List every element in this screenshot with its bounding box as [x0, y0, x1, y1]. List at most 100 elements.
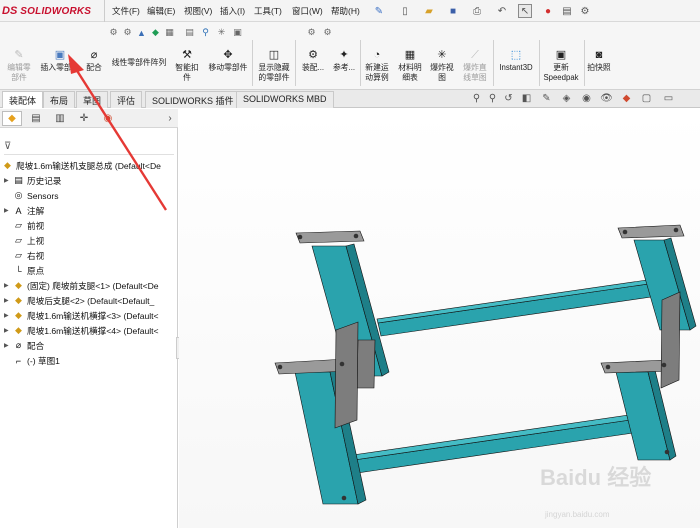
tree-item-component[interactable]: ▶ ◆ 爬坡后支腿<2> (Default<Default_ — [4, 293, 154, 308]
tree-item-label: 右视 — [27, 250, 45, 261]
component-icon[interactable]: ⚙ — [122, 27, 133, 38]
expand-arrow-icon[interactable]: ▶ — [4, 282, 11, 289]
tree-item-component[interactable]: ▶ ◆ 爬坡1.6m输送机横撑<4> (Default< — [4, 323, 159, 338]
expand-arrow-icon[interactable]: ▶ — [4, 312, 11, 319]
explode-line-sketch-label: 爆炸直 线草图 — [463, 63, 487, 82]
expand-arrow-icon[interactable]: ▶ — [4, 327, 11, 334]
tab-solidworks-mbd[interactable]: SOLIDWORKS MBD — [236, 91, 334, 108]
filter-icon[interactable]: ⊽ — [4, 141, 11, 152]
instant3d-button[interactable]: ⬚ Instant3D — [494, 48, 538, 73]
menu-window[interactable]: 窗口(W) — [292, 5, 323, 17]
tab-evaluate[interactable]: 评估 — [110, 91, 143, 108]
tab-sketch[interactable]: 草图 — [76, 91, 109, 108]
zoom-area-icon[interactable]: ⚲ — [486, 92, 499, 105]
linear-pattern-label: 线性零部件阵列 — [111, 58, 167, 67]
menu-insert[interactable]: 插入(I) — [220, 5, 245, 17]
search-icon[interactable]: ⚲ — [200, 27, 211, 38]
ds-logo-mark: DS — [2, 5, 18, 17]
display-settings-icon[interactable]: ▭ — [662, 92, 675, 105]
dynamic-annotation-icon[interactable]: ✎ — [540, 92, 553, 105]
solidworks-logo[interactable]: DS SOLIDWORKS — [2, 3, 91, 19]
open-icon[interactable]: ▰ — [422, 4, 436, 18]
scene-icon[interactable]: ▢ — [640, 92, 653, 105]
tree-item-component[interactable]: ▶ ◆ 爬坡1.6m输送机横撑<3> (Default< — [4, 308, 159, 323]
feature-manager-panel: ◆ ▤ ▥ ✛ ◉ › ⊽ ◆ 爬坡1.6m输送机支腿总成 (Default<D… — [0, 109, 178, 528]
expand-arrow-icon[interactable]: ▶ — [4, 342, 11, 349]
tree-item-right-plane[interactable]: ▱ 右视 — [4, 248, 44, 263]
tree-item-top-plane[interactable]: ▱ 上视 — [4, 233, 44, 248]
display-style-icon[interactable]: ◉ — [580, 92, 593, 105]
ref-icon[interactable]: ▣ — [232, 27, 243, 38]
tree-item-mates[interactable]: ▶ ⌀ 配合 — [4, 338, 44, 353]
view-orientation-icon[interactable]: ◈ — [560, 92, 573, 105]
update-speedpak-button[interactable]: ▣ 更新 Speedpak — [540, 48, 582, 83]
file-properties-icon[interactable]: ▤ — [560, 4, 574, 18]
options-icon[interactable]: ⚙ — [578, 4, 592, 18]
fastener-icon: ⚒ — [182, 49, 192, 61]
hide-show-icon[interactable]: 👁 — [600, 92, 613, 105]
explode-line-sketch-button[interactable]: ⟋ 爆炸直 线草图 — [460, 48, 490, 83]
tree-item-origin[interactable]: └ 原点 — [4, 263, 44, 278]
rebuild-icon[interactable]: ● — [541, 4, 555, 18]
menu-file[interactable]: 文件(F) — [112, 5, 140, 17]
expand-arrow-icon[interactable]: ▶ — [4, 297, 11, 304]
configuration-manager-tab[interactable]: ▥ — [50, 111, 70, 126]
camera-icon: ◙ — [595, 49, 603, 61]
menu-edit[interactable]: 编辑(E) — [147, 5, 175, 17]
snapshot-button[interactable]: ◙ 拍快照 — [584, 48, 614, 73]
mate-button[interactable]: ⌀ 配合 — [84, 48, 104, 73]
move-part-button[interactable]: ✥ 移动零部件 — [204, 48, 252, 73]
linear-pattern-button[interactable]: 线性零部件阵列 — [105, 58, 173, 68]
tree-item-history[interactable]: ▶ ▤ 历史记录 — [4, 173, 61, 188]
undo-icon[interactable]: ↶ — [495, 4, 509, 18]
tree-item-front-plane[interactable]: ▱ 前视 — [4, 218, 44, 233]
explode-icon[interactable]: ✳ — [216, 27, 227, 38]
expand-panel-icon[interactable]: › — [160, 111, 180, 126]
tree-root[interactable]: ◆ 爬坡1.6m输送机支腿总成 (Default<De — [2, 158, 161, 173]
new-motion-study-button[interactable]: ◔ 新建运 动算例 — [362, 48, 392, 83]
reference-geometry-button[interactable]: ✦ 参考... — [330, 48, 358, 73]
tab-assembly[interactable]: 装配体 — [2, 91, 44, 108]
part-icon: ◆ — [15, 280, 22, 290]
select-icon[interactable]: ↖ — [518, 4, 532, 18]
tree-item-component[interactable]: ▶ ◆ (固定) 爬坡前支腿<1> (Default<De — [4, 278, 159, 293]
save-icon[interactable]: ■ — [446, 4, 460, 18]
tab-solidworks-addins[interactable]: SOLIDWORKS 插件 — [145, 91, 241, 108]
section-view-icon[interactable]: ◧ — [520, 92, 533, 105]
previous-view-icon[interactable]: ↺ — [502, 92, 515, 105]
edit-part-button[interactable]: ✎ 编辑零 部件 — [2, 48, 36, 83]
features-icon[interactable]: ⚙ — [306, 27, 317, 38]
menu-view[interactable]: 视图(V) — [184, 5, 212, 17]
component-icon[interactable]: ⚙ — [108, 27, 119, 38]
explode-view-button[interactable]: ✳ 爆炸视 图 — [428, 48, 456, 83]
menu-help[interactable]: 帮助(H) — [331, 5, 360, 17]
tree-item-annotations[interactable]: ▶ A 注解 — [4, 203, 44, 218]
features-icon[interactable]: ⚙ — [322, 27, 333, 38]
move-part-label: 移动零部件 — [208, 63, 248, 72]
zoom-fit-icon[interactable]: ⚲ — [470, 92, 483, 105]
insert-part-button[interactable]: ▣ 插入零部件 — [36, 48, 84, 73]
assembly-icon[interactable]: ▤ — [184, 27, 195, 38]
menu-tools[interactable]: 工具(T) — [254, 5, 282, 17]
dimxpert-tab[interactable]: ✛ — [74, 111, 94, 126]
appearance-icon[interactable]: ◆ — [620, 92, 633, 105]
bom-button[interactable]: ▦ 材料明 细表 — [396, 48, 424, 83]
property-manager-tab[interactable]: ▤ — [26, 111, 46, 126]
expand-arrow-icon[interactable]: ▶ — [4, 177, 11, 184]
expand-arrow-icon[interactable]: ▶ — [4, 207, 11, 214]
table-icon[interactable]: ▦ — [164, 27, 175, 38]
print-icon[interactable]: ⎙ — [470, 4, 484, 18]
new-icon[interactable]: ▯ — [398, 4, 412, 18]
pin-icon[interactable]: ✎ — [372, 4, 386, 18]
assembly-features-button[interactable]: ⚙ 装配... — [298, 48, 328, 73]
tab-layout[interactable]: 布局 — [43, 91, 76, 108]
smart-fastener-button[interactable]: ⚒ 智能扣 件 — [172, 48, 202, 83]
sketch-icon[interactable]: ▲ — [136, 27, 147, 38]
tree-item-sketch[interactable]: ⌐ (-) 草图1 — [4, 353, 60, 368]
tree-item-sensors[interactable]: ◎ Sensors — [4, 188, 59, 203]
shield-icon[interactable]: ◆ — [150, 27, 161, 38]
feature-manager-tab[interactable]: ◆ — [2, 111, 22, 126]
show-hidden-button[interactable]: ◫ 显示隐藏 的零部件 — [254, 48, 294, 83]
assembly-icon: ◆ — [4, 160, 11, 170]
display-manager-tab[interactable]: ◉ — [98, 111, 118, 126]
